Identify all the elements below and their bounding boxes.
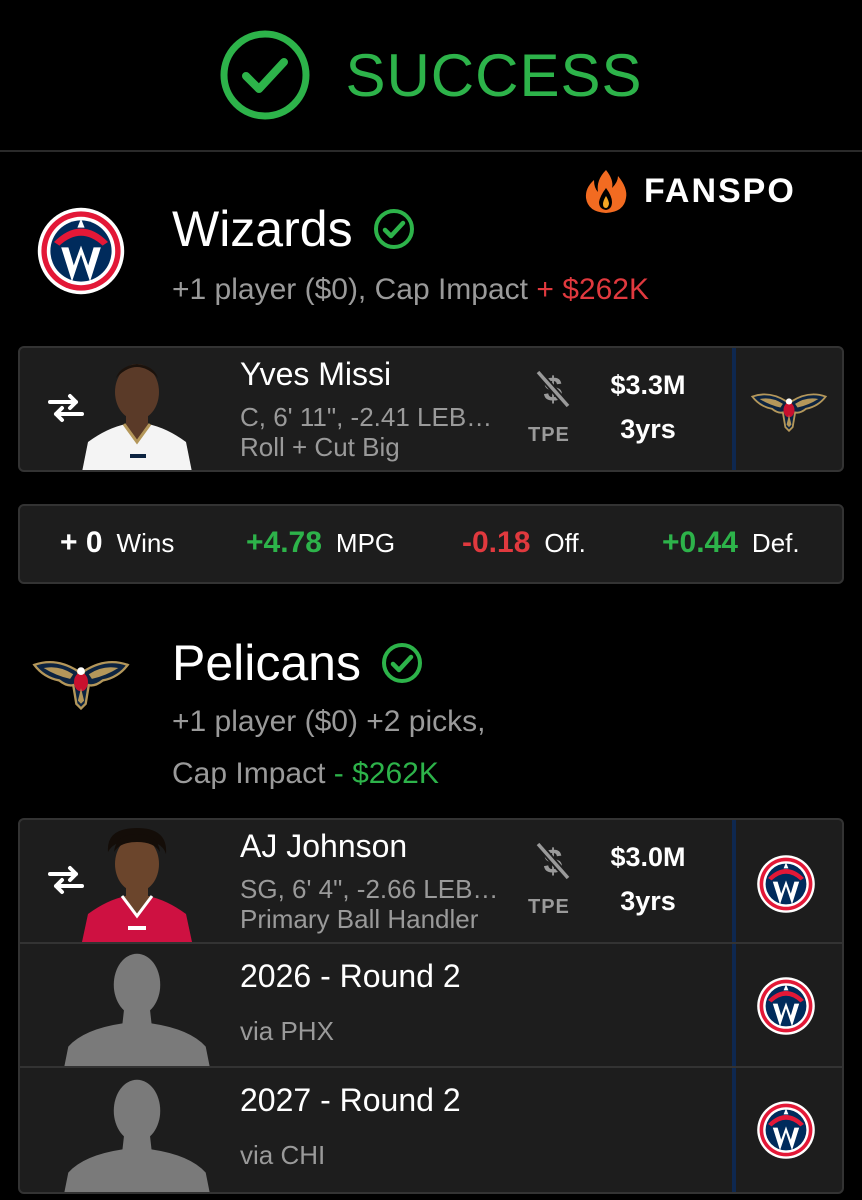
stat-def: +0.44 Def. [662,526,800,560]
pelicans-summary-line2: Cap Impact - $262K [172,748,486,800]
contract-years: 3yrs [620,414,676,444]
team-color-bar [732,348,736,470]
player-silhouette-icon [64,953,210,1066]
pelicans-summary: +1 player ($0) +2 picks, Cap Impact - $2… [172,696,486,800]
player-row-yves-missi[interactable]: Yves Missi C, 6' 11", -2.41 LEB… Roll + … [20,348,842,470]
wizards-summary: +1 player ($0), Cap Impact + $262K [172,264,649,316]
player-role: Primary Ball Handler [240,904,479,934]
stat-mpg-label: MPG [335,528,396,558]
player-silhouette-icon [64,1079,210,1192]
header-divider [0,150,862,152]
pelicans-title: Pelicans [172,635,361,691]
salary-value: $3.0M [610,842,686,872]
pick-via: via PHX [240,1016,334,1046]
player-photo-yves-missi [82,364,192,470]
salary-value: $3.3M [610,370,686,400]
fanspo-logo: FANSPO [584,168,796,214]
wizards-title: Wizards [172,201,353,257]
fanspo-wordmark: FANSPO [644,171,796,210]
success-text: SUCCESS [345,41,643,109]
stat-def-value: +0.44 [662,526,738,559]
pick-via: via CHI [240,1140,326,1170]
team-check-icon [382,643,422,683]
player-desc: SG, 6' 4", -2.66 LEB… [240,874,499,904]
wizards-cap-impact: + $262K [536,273,649,306]
contract-years: 3yrs [620,886,676,916]
wizards-logo-icon [757,855,815,913]
pick-row-2027-round-2[interactable]: 2027 - Round 2 via CHI [20,1068,842,1192]
wizards-incoming-card: Yves Missi C, 6' 11", -2.41 LEB… Roll + … [18,346,844,472]
pelicans-logo-icon [33,660,129,710]
player-desc: C, 6' 11", -2.41 LEB… [240,402,493,432]
team-name-pelicans: Pelicans [172,634,423,692]
pelicans-logo-icon [751,393,827,432]
stat-wins-value: + 0 [60,526,103,559]
player-role: Roll + Cut Big [240,432,400,462]
success-banner: SUCCESS [0,0,862,150]
stat-def-label: Def. [751,528,800,558]
pelicans-summary-line1: +1 player ($0) +2 picks, [172,705,486,738]
pick-name[interactable]: 2027 - Round 2 [240,1082,461,1119]
stat-mpg: +4.78 MPG [246,526,395,560]
flame-icon [585,170,627,213]
stat-off-label: Off. [544,528,586,558]
stat-wins: + 0 Wins [60,526,174,560]
team-color-bar [732,1068,736,1192]
no-dollar-icon: $ [535,369,571,409]
success-check-icon [220,30,310,120]
wizards-logo-icon [757,977,815,1035]
stat-wins-label: Wins [116,528,175,558]
team-check-icon [373,209,414,249]
stat-mpg-value: +4.78 [246,526,322,559]
tpe-label: TPE [528,424,570,446]
pelicans-summary-text: Cap Impact [172,757,326,790]
tpe-label: TPE [528,896,570,918]
wizards-summary-text: +1 player ($0), Cap Impact [172,273,529,306]
no-dollar-icon: $ [535,841,571,881]
player-name[interactable]: AJ Johnson [240,828,407,865]
player-row-aj-johnson[interactable]: AJ Johnson SG, 6' 4", -2.66 LEB… Primary… [20,820,842,944]
team-color-bar [732,820,736,942]
player-photo-aj-johnson [82,828,192,942]
pelicans-cap-impact: - $262K [333,757,439,790]
player-name[interactable]: Yves Missi [240,356,391,393]
wizards-logo-icon [757,1101,815,1159]
pick-row-2026-round-2[interactable]: 2026 - Round 2 via PHX [20,944,842,1068]
stat-off: -0.18 Off. [462,526,586,560]
wizards-logo-icon [37,207,125,295]
pelicans-incoming-card: AJ Johnson SG, 6' 4", -2.66 LEB… Primary… [18,818,844,1194]
team-color-bar [732,944,736,1066]
pick-name[interactable]: 2026 - Round 2 [240,958,461,995]
team-name-wizards: Wizards [172,200,415,258]
stat-off-value: -0.18 [462,526,531,559]
impact-stats-bar: + 0 Wins +4.78 MPG -0.18 Off. +0.44 Def. [18,504,844,584]
